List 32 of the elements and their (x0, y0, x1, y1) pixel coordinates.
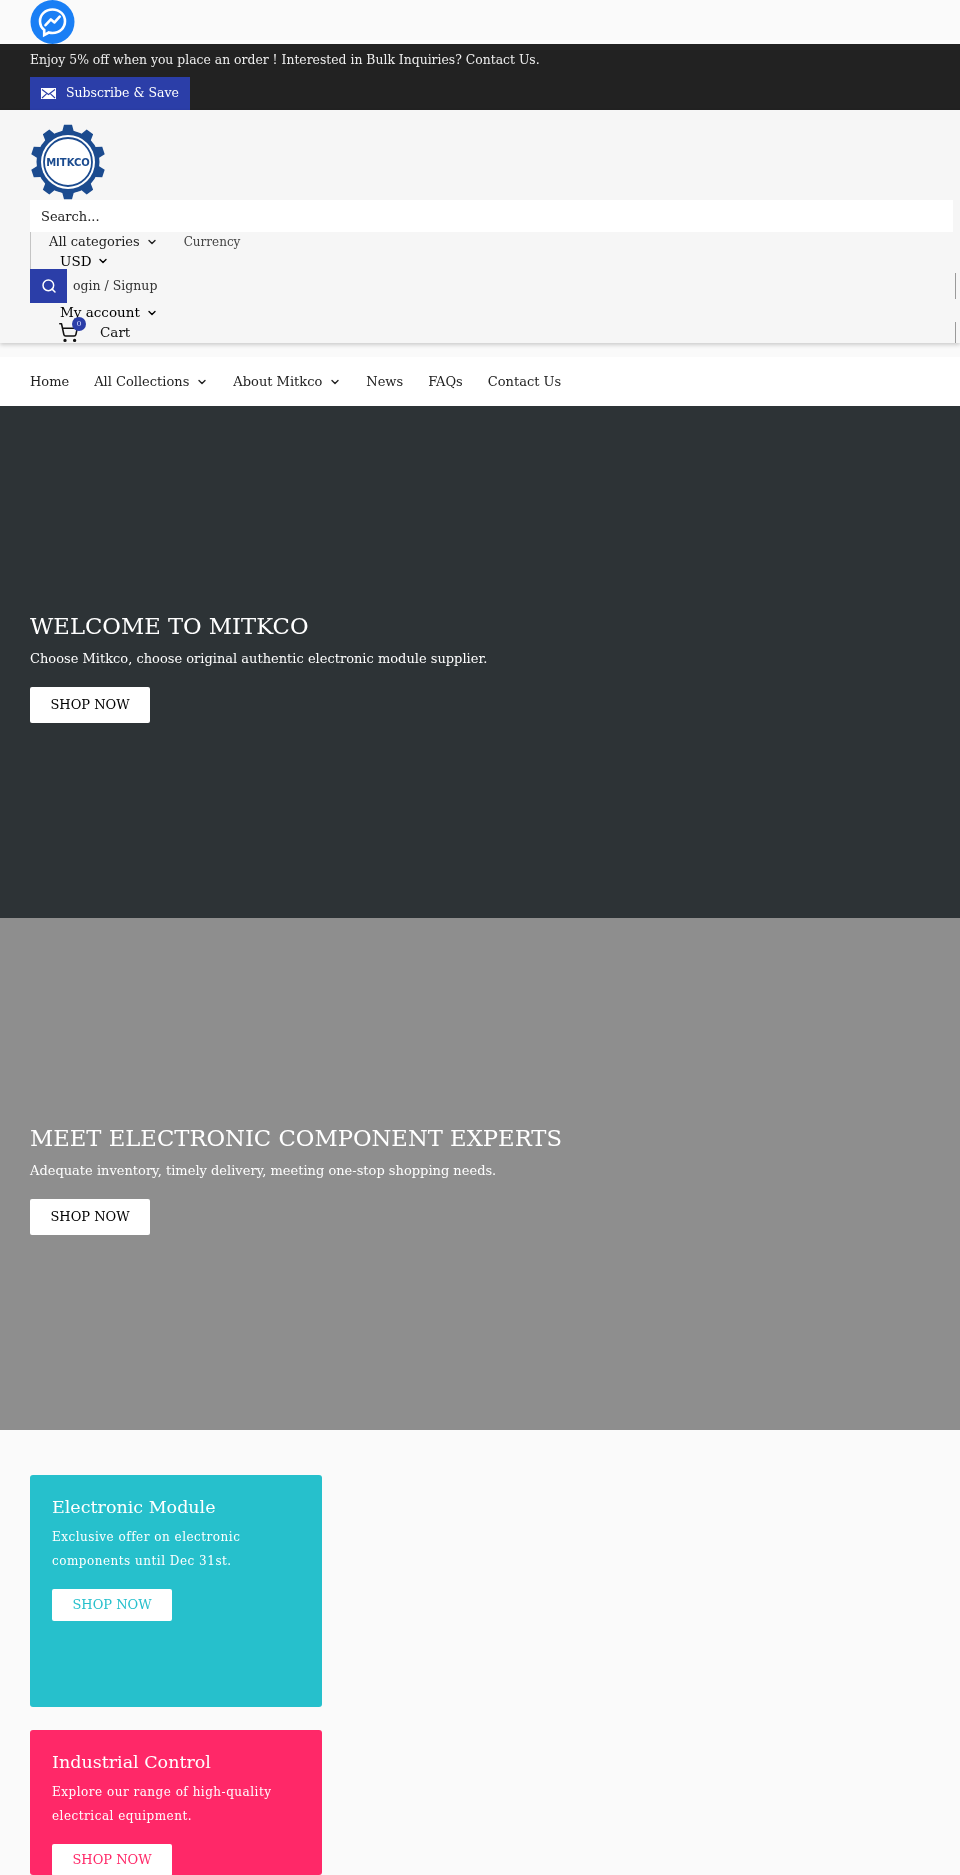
mail-icon (41, 88, 56, 99)
nav-link[interactable]: Contact Us (487, 371, 562, 392)
nav-link[interactable]: News (366, 371, 404, 392)
search-button[interactable] (30, 269, 67, 303)
announcement-text: Enjoy 5% off when you place an order ! Interested in Bulk Inquiries? Contact Us. (30, 51, 540, 69)
nav-link[interactable]: Home (30, 371, 70, 392)
nav-link[interactable]: About Mitkco (233, 371, 342, 392)
nav-link[interactable]: All Collections (94, 371, 209, 392)
promo-title: Electronic Module (52, 1496, 216, 1519)
hero-title: WELCOME TO MITKCO (30, 612, 309, 640)
currency-select[interactable]: USD (60, 252, 110, 269)
nav-link[interactable]: FAQs (428, 371, 463, 392)
search-field[interactable]: Search... (30, 200, 953, 232)
cart-link[interactable]: Cart (100, 322, 131, 343)
shop-now-button[interactable]: SHOP NOW (52, 1844, 172, 1875)
category-select[interactable]: All categories (49, 232, 158, 252)
shop-now-button[interactable]: SHOP NOW (30, 687, 150, 723)
promo-text: Explore our range of high-quality electrical equipment. (52, 1784, 273, 1825)
hero-subtitle: Choose Mitkco, choose original authentic electronic module supplier. (30, 650, 488, 668)
shop-now-button[interactable]: SHOP NOW (30, 1199, 150, 1235)
hero-subtitle: Adequate inventory, timely delivery, meeting one-stop shopping needs. (30, 1162, 497, 1180)
login-link[interactable]: ogin / Signup (73, 276, 158, 296)
cart-count-badge: 0 (72, 317, 86, 331)
currency-label: Currency (183, 234, 241, 251)
hero-title: MEET ELECTRONIC COMPONENT EXPERTS (30, 1124, 562, 1152)
promo-title: Industrial Control (52, 1751, 211, 1774)
promo-text: Exclusive offer on electronic components until Dec 31st. (52, 1529, 242, 1570)
cart-icon[interactable] (58, 322, 79, 343)
subscribe-button[interactable]: Subscribe & Save (30, 77, 190, 110)
chat-icon[interactable] (30, 0, 75, 44)
gear-logo[interactable]: MITKCO (30, 124, 106, 200)
search-icon (40, 278, 57, 294)
